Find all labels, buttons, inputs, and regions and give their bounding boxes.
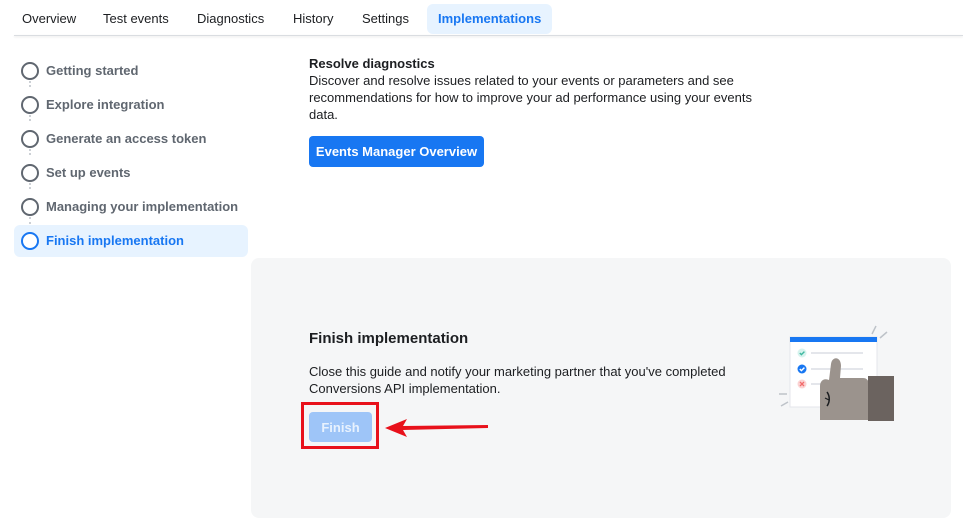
circle-outline-icon bbox=[21, 198, 39, 216]
step-label: Finish implementation bbox=[46, 233, 184, 248]
annotation-highlight-box bbox=[301, 402, 379, 449]
tab-settings[interactable]: Settings bbox=[351, 4, 420, 34]
circle-outline-icon bbox=[21, 96, 39, 114]
tab-history[interactable]: History bbox=[282, 4, 344, 34]
red-arrow-annotation bbox=[385, 419, 488, 437]
circle-outline-icon bbox=[21, 130, 39, 148]
finish-description: Close this guide and notify your marketi… bbox=[309, 364, 726, 396]
section-description: Discover and resolve issues related to y… bbox=[309, 73, 752, 122]
tab-overview[interactable]: Overview bbox=[11, 4, 87, 34]
step-label: Set up events bbox=[46, 165, 131, 180]
step-label: Getting started bbox=[46, 63, 139, 78]
resolve-diagnostics-section: Resolve diagnostics Discover and resolve… bbox=[309, 55, 769, 123]
step-getting-started[interactable]: Getting started bbox=[14, 55, 248, 87]
events-manager-overview-button[interactable]: Events Manager Overview bbox=[309, 136, 484, 167]
finish-title: Finish implementation bbox=[309, 330, 469, 347]
step-explore-integration[interactable]: Explore integration bbox=[14, 89, 248, 121]
step-generate-access-token[interactable]: Generate an access token bbox=[14, 123, 248, 155]
section-title: Resolve diagnostics bbox=[309, 56, 435, 71]
step-finish-implementation[interactable]: Finish implementation bbox=[14, 225, 248, 257]
tab-diagnostics[interactable]: Diagnostics bbox=[186, 4, 275, 34]
step-label: Managing your implementation bbox=[46, 199, 239, 214]
step-set-up-events[interactable]: Set up events bbox=[14, 157, 248, 189]
circle-outline-icon bbox=[21, 62, 39, 80]
step-label: Explore integration bbox=[46, 97, 165, 112]
tab-bar-divider bbox=[14, 35, 963, 36]
step-label: Generate an access token bbox=[46, 131, 207, 146]
circle-outline-icon bbox=[21, 164, 39, 182]
step-managing-implementation[interactable]: Managing your implementation bbox=[14, 191, 248, 223]
tab-test-events[interactable]: Test events bbox=[92, 4, 180, 34]
circle-outline-icon bbox=[21, 232, 39, 250]
tab-implementations[interactable]: Implementations bbox=[427, 4, 553, 34]
thumbs-up-checklist-illustration bbox=[779, 325, 894, 421]
tab-bar: Overview Test events Diagnostics History… bbox=[0, 0, 963, 36]
